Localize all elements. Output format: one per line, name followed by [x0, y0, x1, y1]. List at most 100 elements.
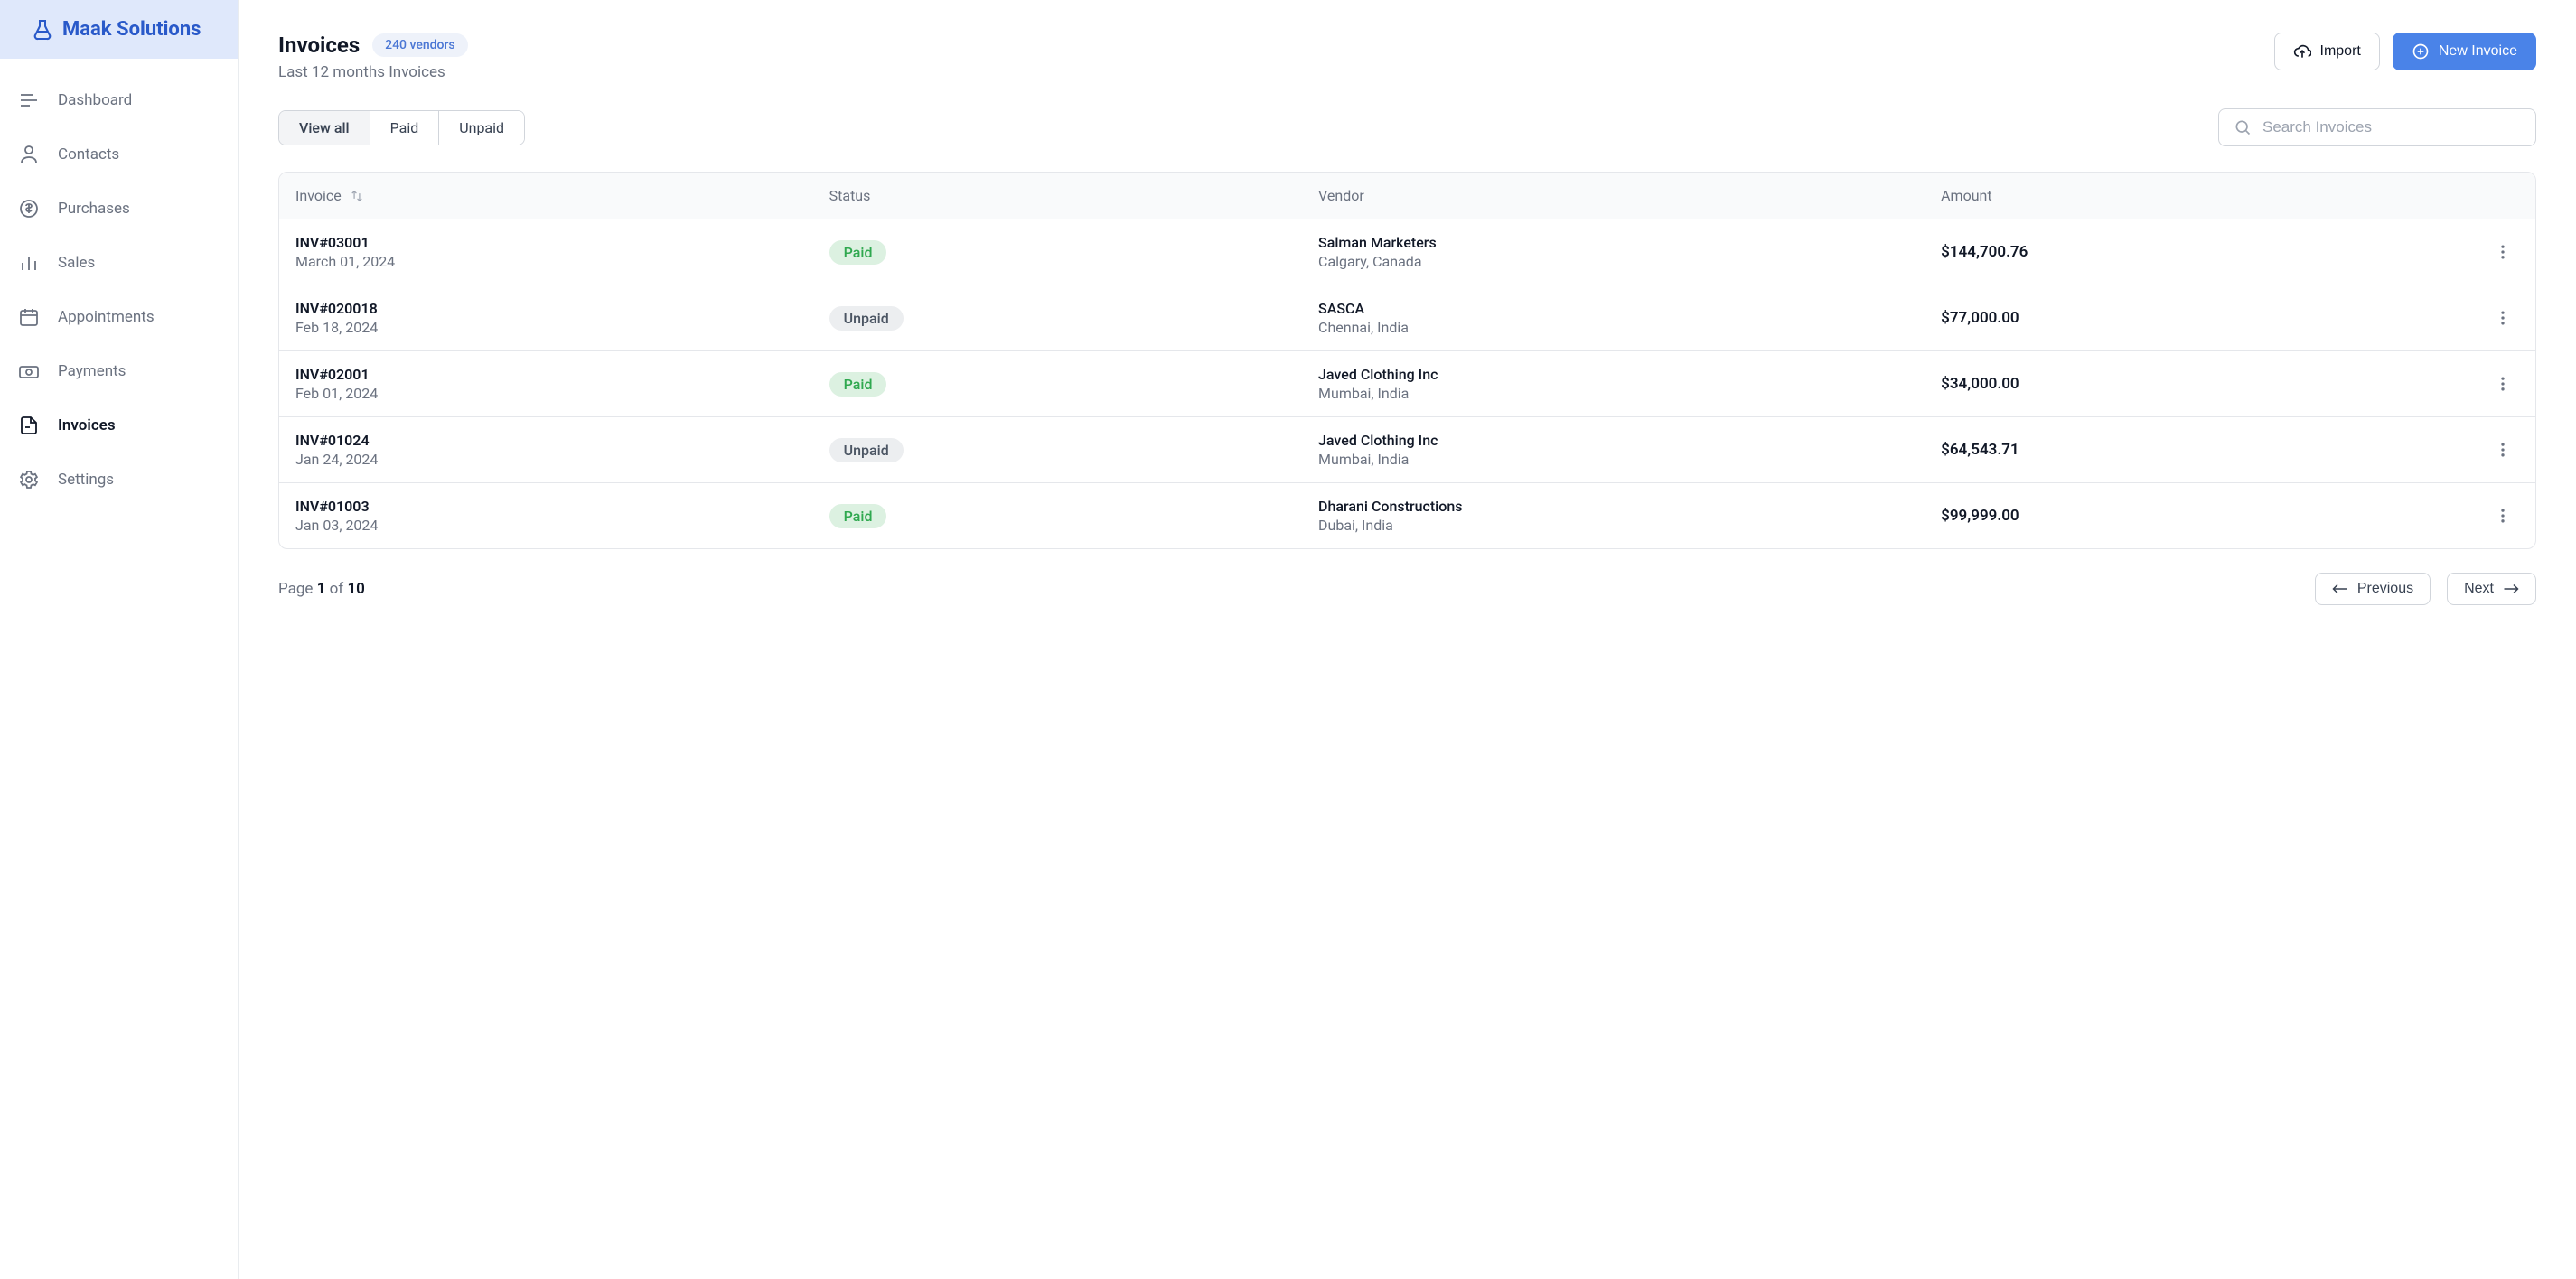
invoice-amount: $144,700.76: [1941, 243, 2341, 261]
sidebar-item-settings[interactable]: Settings: [0, 453, 238, 507]
sidebar-item-invoices[interactable]: Invoices: [0, 398, 238, 453]
page-title: Invoices: [278, 33, 360, 58]
tab-paid[interactable]: Paid: [370, 111, 440, 145]
sidebar-item-label: Payments: [58, 362, 126, 380]
vendor-location: Dubai, India: [1318, 517, 1941, 534]
brand: Maak Solutions: [0, 0, 238, 59]
vendor-name: Javed Clothing Inc: [1318, 366, 1941, 383]
cell-invoice: INV#01024 Jan 24, 2024: [295, 432, 829, 468]
main-content: Invoices 240 vendors Last 12 months Invo…: [239, 0, 2576, 1279]
column-amount[interactable]: Amount: [1941, 187, 2341, 204]
new-invoice-button[interactable]: New Invoice: [2393, 33, 2536, 70]
invoice-date: Feb 01, 2024: [295, 385, 829, 402]
invoice-date: Feb 18, 2024: [295, 319, 829, 336]
search-icon: [2234, 118, 2252, 136]
invoice-amount: $34,000.00: [1941, 375, 2341, 393]
more-vertical-icon[interactable]: [2494, 309, 2512, 327]
invoice-id: INV#020018: [295, 300, 829, 317]
status-badge: Unpaid: [829, 306, 904, 331]
table-row[interactable]: INV#01024 Jan 24, 2024 Unpaid Javed Clot…: [279, 417, 2535, 483]
invoice-id: INV#02001: [295, 366, 829, 383]
table-row[interactable]: INV#03001 March 01, 2024 Paid Salman Mar…: [279, 219, 2535, 285]
sidebar-nav: Dashboard Contacts Purchases Sales Appoi…: [0, 59, 238, 521]
more-vertical-icon[interactable]: [2494, 243, 2512, 261]
status-badge: Paid: [829, 240, 887, 265]
cell-status: Paid: [829, 372, 1318, 397]
column-vendor-label: Vendor: [1318, 187, 1364, 204]
invoice-id: INV#01003: [295, 498, 829, 515]
cell-status: Unpaid: [829, 306, 1318, 331]
cash-icon: [18, 360, 40, 382]
vendor-name: Javed Clothing Inc: [1318, 432, 1941, 449]
vendor-name: Salman Marketers: [1318, 234, 1941, 251]
cell-vendor: SASCA Chennai, India: [1318, 300, 1941, 336]
pagination: Page 1 of 10 Previous Next: [278, 573, 2536, 605]
table-row[interactable]: INV#01003 Jan 03, 2024 Paid Dharani Cons…: [279, 483, 2535, 548]
table-header: Invoice Status Vendor Amount: [279, 173, 2535, 219]
cell-invoice: INV#01003 Jan 03, 2024: [295, 498, 829, 534]
cell-invoice: INV#020018 Feb 18, 2024: [295, 300, 829, 336]
column-invoice[interactable]: Invoice: [295, 187, 829, 204]
sidebar-item-appointments[interactable]: Appointments: [0, 290, 238, 344]
table-row[interactable]: INV#020018 Feb 18, 2024 Unpaid SASCA Che…: [279, 285, 2535, 351]
pagination-buttons: Previous Next: [2315, 573, 2536, 605]
table-row[interactable]: INV#02001 Feb 01, 2024 Paid Javed Clothi…: [279, 351, 2535, 417]
page-prefix: Page: [278, 580, 317, 598]
invoice-date: Jan 03, 2024: [295, 517, 829, 534]
column-invoice-label: Invoice: [295, 187, 342, 204]
tab-unpaid[interactable]: Unpaid: [439, 111, 524, 145]
search-input[interactable]: [2262, 118, 2521, 136]
column-amount-label: Amount: [1941, 187, 1991, 204]
page-total: 10: [347, 580, 364, 598]
row-actions: [2341, 441, 2519, 459]
sidebar-item-contacts[interactable]: Contacts: [0, 127, 238, 182]
sidebar-item-sales[interactable]: Sales: [0, 236, 238, 290]
row-actions: [2341, 243, 2519, 261]
sidebar-item-payments[interactable]: Payments: [0, 344, 238, 398]
upload-cloud-icon: [2293, 42, 2311, 61]
column-status-label: Status: [829, 187, 871, 204]
import-button[interactable]: Import: [2274, 33, 2380, 70]
cell-vendor: Javed Clothing Inc Mumbai, India: [1318, 432, 1941, 468]
cell-status: Paid: [829, 240, 1318, 265]
arrow-left-icon: [2332, 583, 2348, 595]
cell-invoice: INV#03001 March 01, 2024: [295, 234, 829, 270]
cell-status: Unpaid: [829, 438, 1318, 462]
next-label: Next: [2464, 581, 2494, 597]
plus-circle-icon: [2412, 42, 2430, 61]
more-vertical-icon[interactable]: [2494, 441, 2512, 459]
sidebar-item-label: Purchases: [58, 200, 130, 218]
sidebar-item-dashboard[interactable]: Dashboard: [0, 73, 238, 127]
dollar-icon: [18, 198, 40, 219]
user-icon: [18, 144, 40, 165]
brand-name: Maak Solutions: [62, 18, 201, 41]
row-actions: [2341, 375, 2519, 393]
more-vertical-icon[interactable]: [2494, 507, 2512, 525]
previous-button[interactable]: Previous: [2315, 573, 2431, 605]
tab-view-all[interactable]: View all: [279, 111, 370, 145]
page-info: Page 1 of 10: [278, 580, 365, 598]
search-box[interactable]: [2218, 108, 2536, 146]
sidebar-item-purchases[interactable]: Purchases: [0, 182, 238, 236]
column-vendor[interactable]: Vendor: [1318, 187, 1941, 204]
sort-icon: [351, 190, 363, 202]
status-badge: Unpaid: [829, 438, 904, 462]
vendor-location: Chennai, India: [1318, 319, 1941, 336]
menu-icon: [18, 89, 40, 111]
column-status[interactable]: Status: [829, 187, 1318, 204]
row-actions: [2341, 507, 2519, 525]
invoice-id: INV#01024: [295, 432, 829, 449]
next-button[interactable]: Next: [2447, 573, 2536, 605]
more-vertical-icon[interactable]: [2494, 375, 2512, 393]
file-icon: [18, 415, 40, 436]
table-body: INV#03001 March 01, 2024 Paid Salman Mar…: [279, 219, 2535, 548]
vendor-location: Calgary, Canada: [1318, 253, 1941, 270]
invoice-amount: $64,543.71: [1941, 441, 2341, 459]
row-actions: [2341, 309, 2519, 327]
sidebar-item-label: Dashboard: [58, 91, 132, 109]
vendor-name: SASCA: [1318, 300, 1941, 317]
page-header: Invoices 240 vendors Last 12 months Invo…: [278, 33, 2536, 81]
sidebar-item-label: Sales: [58, 254, 95, 272]
previous-label: Previous: [2357, 581, 2413, 597]
invoices-table: Invoice Status Vendor Amount INV#03001 M…: [278, 172, 2536, 549]
